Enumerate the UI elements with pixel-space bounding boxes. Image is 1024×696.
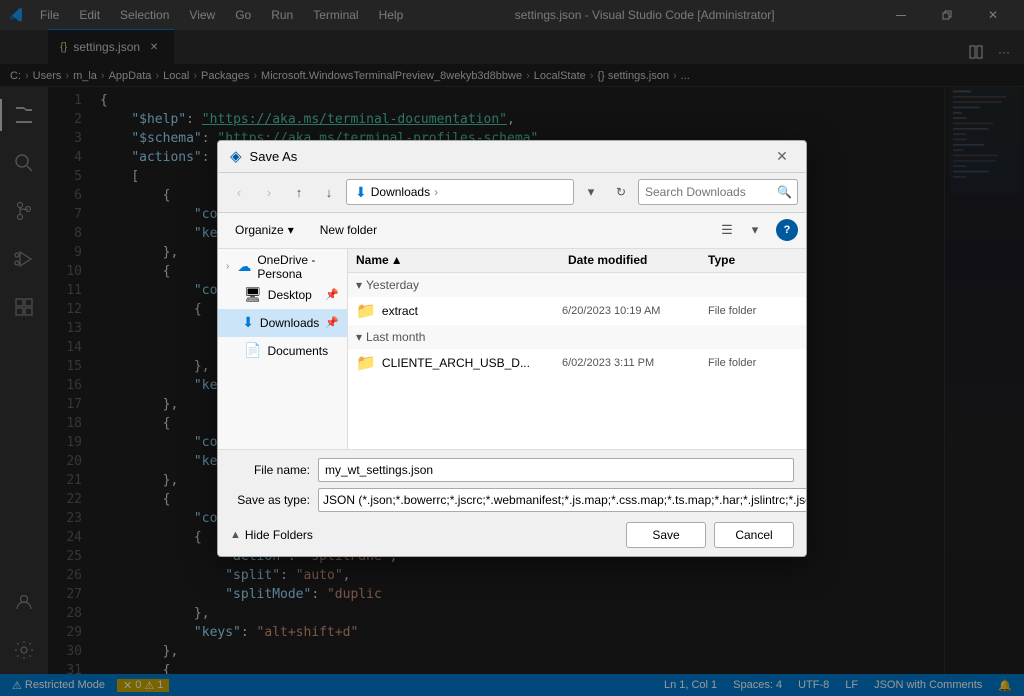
filename-input[interactable] — [318, 458, 794, 482]
file-row-extract[interactable]: 📁 extract 6/20/2023 10:19 AM File folder — [348, 297, 806, 325]
downloads-pin-icon: 📌 — [325, 316, 339, 329]
dialog-toolbar: ‹ › ↑ ↓ ⬇ Downloads › ▾ ↻ 🔍 — [218, 173, 806, 213]
downloads-path-icon: ⬇ — [355, 184, 367, 201]
downloads-nav-icon: ⬇ — [242, 314, 254, 331]
file-type-cliente: File folder — [708, 357, 798, 369]
nav-item-onedrive[interactable]: › ☁ OneDrive - Persona — [218, 253, 347, 281]
footer-buttons: ▲ Hide Folders Save Cancel — [230, 518, 794, 548]
cancel-button[interactable]: Cancel — [714, 522, 794, 548]
dialog-file-list: Name ▲ Date modified Type ▾ Yesterday 📁 … — [348, 249, 806, 449]
view-list-button[interactable]: ☰ — [714, 217, 740, 243]
dialog-body: › ☁ OneDrive - Persona 🖥 Desktop 📌 ⬇ Dow… — [218, 249, 806, 449]
file-name-extract: extract — [382, 304, 556, 318]
new-folder-button[interactable]: New folder — [311, 218, 386, 242]
section-yesterday-label: Yesterday — [366, 278, 419, 292]
desktop-pin-icon: 📌 — [325, 288, 339, 301]
nav-recent-button[interactable]: ↓ — [316, 179, 342, 205]
save-button[interactable]: Save — [626, 522, 706, 548]
nav-forward-button[interactable]: › — [256, 179, 282, 205]
path-segment-downloads[interactable]: Downloads — [371, 185, 430, 199]
folder-icon-extract: 📁 — [356, 301, 376, 321]
nav-item-downloads[interactable]: ⬇ Downloads 📌 — [218, 309, 347, 337]
section-lastmonth: ▾ Last month — [348, 325, 806, 349]
organize-label: Organize — [235, 223, 284, 237]
new-folder-label: New folder — [320, 223, 377, 237]
desktop-label: Desktop — [268, 288, 312, 302]
col-type[interactable]: Type — [708, 253, 798, 267]
dialog-actionbar: Organize ▾ New folder ☰ ▾ ? — [218, 213, 806, 249]
refresh-button[interactable]: ↻ — [608, 179, 634, 205]
dialog-titlebar: ◈ Save As ✕ — [218, 141, 806, 173]
savetype-label: Save as type: — [230, 493, 310, 507]
section-yesterday-icon: ▾ — [356, 278, 362, 292]
sort-icon: ▲ — [391, 253, 403, 267]
help-button[interactable]: ? — [776, 219, 798, 241]
file-type-extract: File folder — [708, 305, 798, 317]
section-yesterday: ▾ Yesterday — [348, 273, 806, 297]
dialog-footer: File name: Save as type: JSON (*.json;*.… — [218, 449, 806, 556]
file-list-header: Name ▲ Date modified Type — [348, 249, 806, 273]
nav-back-button[interactable]: ‹ — [226, 179, 252, 205]
view-buttons: ☰ ▾ — [714, 217, 768, 243]
filename-row: File name: — [230, 458, 794, 482]
dialog-nav-panel: › ☁ OneDrive - Persona 🖥 Desktop 📌 ⬇ Dow… — [218, 249, 348, 449]
dialog-close-button[interactable]: ✕ — [770, 144, 794, 168]
savetype-row: Save as type: JSON (*.json;*.bowerrc;*.j… — [230, 488, 794, 512]
search-wrap: 🔍 — [638, 179, 798, 205]
onedrive-expand-icon: › — [226, 261, 229, 272]
section-lastmonth-label: Last month — [366, 330, 425, 344]
save-as-dialog: ◈ Save As ✕ ‹ › ↑ ↓ ⬇ Downloads › ▾ ↻ 🔍 — [217, 140, 807, 557]
col-name-label: Name — [356, 253, 389, 267]
documents-icon: 📄 — [244, 342, 261, 359]
dropdown-button[interactable]: ▾ — [578, 179, 604, 205]
file-date-extract: 6/20/2023 10:19 AM — [562, 305, 702, 317]
dialog-vscode-icon: ◈ — [230, 147, 242, 165]
col-name[interactable]: Name ▲ — [356, 253, 568, 267]
organize-arrow: ▾ — [288, 223, 294, 237]
nav-item-desktop[interactable]: 🖥 Desktop 📌 — [218, 281, 347, 309]
dialog-path-bar: ⬇ Downloads › — [346, 179, 574, 205]
view-options-button[interactable]: ▾ — [742, 217, 768, 243]
filename-label: File name: — [230, 463, 310, 477]
col-date[interactable]: Date modified — [568, 253, 708, 267]
dialog-title: Save As — [250, 149, 762, 164]
search-input[interactable] — [638, 179, 798, 205]
file-row-cliente[interactable]: 📁 CLIENTE_ARCH_USB_D... 6/02/2023 3:11 P… — [348, 349, 806, 377]
nav-item-documents[interactable]: 📄 Documents — [218, 337, 347, 365]
onedrive-label: OneDrive - Persona — [257, 253, 339, 281]
desktop-icon: 🖥 — [244, 286, 262, 303]
file-date-cliente: 6/02/2023 3:11 PM — [562, 357, 702, 369]
savetype-select-wrap: JSON (*.json;*.bowerrc;*.jscrc;*.webmani… — [318, 488, 807, 512]
savetype-select[interactable]: JSON (*.json;*.bowerrc;*.jscrc;*.webmani… — [318, 488, 807, 512]
path-chevron: › — [434, 185, 438, 199]
dialog-overlay: ◈ Save As ✕ ‹ › ↑ ↓ ⬇ Downloads › ▾ ↻ 🔍 — [0, 0, 1024, 696]
organize-button[interactable]: Organize ▾ — [226, 218, 303, 242]
onedrive-icon: ☁ — [237, 258, 251, 275]
section-lastmonth-icon: ▾ — [356, 330, 362, 344]
documents-label: Documents — [267, 344, 328, 358]
hide-folders-label: Hide Folders — [245, 528, 313, 542]
nav-up-button[interactable]: ↑ — [286, 179, 312, 205]
downloads-label: Downloads — [260, 316, 319, 330]
hide-folders-button[interactable]: ▲ Hide Folders — [230, 528, 618, 542]
hide-folders-icon: ▲ — [230, 529, 241, 541]
folder-icon-cliente: 📁 — [356, 353, 376, 373]
file-name-cliente: CLIENTE_ARCH_USB_D... — [382, 356, 556, 370]
